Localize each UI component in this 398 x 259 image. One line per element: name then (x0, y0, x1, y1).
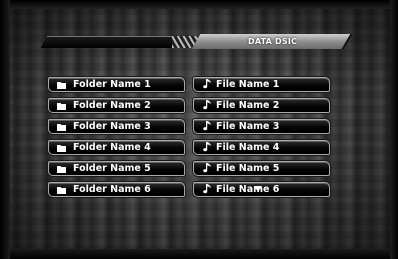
file-item-3[interactable]: File Name 3 (193, 119, 330, 134)
folder-item-label: Folder Name 5 (73, 163, 151, 174)
file-item-5[interactable]: File Name 5 (193, 161, 330, 176)
music-note-icon (203, 163, 211, 173)
page-title: DATA DSIC (248, 37, 298, 46)
file-item-4[interactable]: File Name 4 (193, 140, 330, 155)
folder-icon (57, 124, 66, 131)
folder-list: Folder Name 1 Folder Name 2 Folder Name … (48, 77, 185, 203)
music-note-icon (203, 100, 211, 110)
file-item-label: File Name 1 (216, 79, 280, 90)
file-item-label: File Name 4 (216, 142, 280, 153)
file-item-label: File Name 2 (216, 100, 280, 111)
screen-frame-bottom (0, 249, 398, 259)
file-item-1[interactable]: File Name 1 (193, 77, 330, 92)
folder-item-3[interactable]: Folder Name 3 (48, 119, 185, 134)
music-note-icon (203, 142, 211, 152)
title-bar-dark-segment (40, 36, 184, 48)
folder-item-label: Folder Name 2 (73, 100, 151, 111)
screen-frame-right (390, 0, 398, 259)
file-item-2[interactable]: File Name 2 (193, 98, 330, 113)
folder-icon (57, 103, 66, 110)
screen-frame-left (0, 0, 10, 259)
folder-item-label: Folder Name 3 (73, 121, 151, 132)
folder-icon (57, 187, 66, 194)
folder-item-2[interactable]: Folder Name 2 (48, 98, 185, 113)
file-item-label: File Name 5 (216, 163, 280, 174)
data-disc-screen: DATA DSIC Folder Name 1 Folder Name 2 Fo… (0, 0, 398, 259)
music-note-icon (203, 121, 211, 131)
folder-item-label: Folder Name 4 (73, 142, 151, 153)
folder-item-label: Folder Name 1 (73, 79, 151, 90)
folder-icon (57, 82, 66, 89)
file-list: File Name 1 File Name 2 File Name 3 File… (193, 77, 330, 203)
folder-item-5[interactable]: Folder Name 5 (48, 161, 185, 176)
folder-icon (57, 166, 66, 173)
music-note-icon (203, 79, 211, 89)
title-bar: DATA DSIC (40, 34, 353, 50)
scroll-down-arrow-icon[interactable] (254, 186, 262, 192)
file-item-label: File Name 6 (216, 184, 280, 195)
music-note-icon (203, 184, 211, 194)
folder-item-4[interactable]: Folder Name 4 (48, 140, 185, 155)
folder-item-6[interactable]: Folder Name 6 (48, 182, 185, 197)
folder-icon (57, 145, 66, 152)
folder-item-1[interactable]: Folder Name 1 (48, 77, 185, 92)
file-item-label: File Name 3 (216, 121, 280, 132)
folder-item-label: Folder Name 6 (73, 184, 151, 195)
screen-frame-top (0, 0, 398, 9)
